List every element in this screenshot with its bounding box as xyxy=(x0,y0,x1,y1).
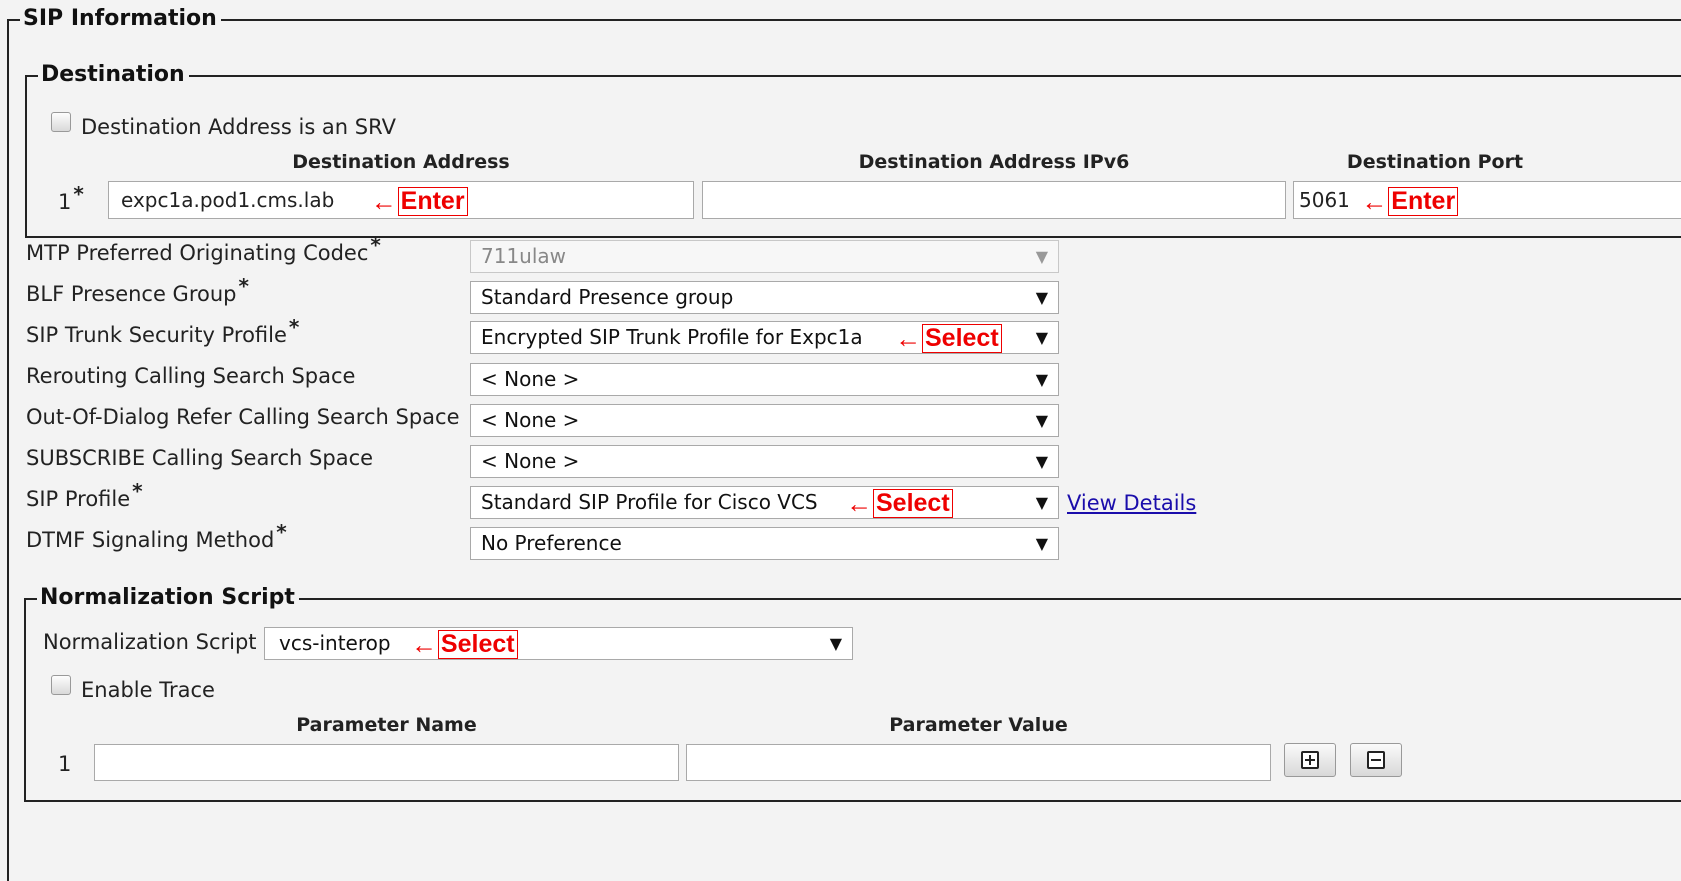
parameter-value-input[interactable] xyxy=(686,744,1271,781)
plus-icon xyxy=(1301,751,1319,769)
rerouting-css-select[interactable]: < None > ▼ xyxy=(470,363,1059,396)
annotation-label: Select xyxy=(921,324,1002,354)
destination-port-input[interactable]: 5061 ← Enter xyxy=(1293,181,1681,219)
dtmf-signaling-method-select[interactable]: No Preference ▼ xyxy=(470,527,1059,560)
destination-address-header: Destination Address xyxy=(292,151,510,173)
destination-address-value: expc1a.pod1.cms.lab xyxy=(121,188,335,212)
sip-information-legend: SIP Information xyxy=(20,7,221,31)
sip-profile-select[interactable]: Standard SIP Profile for Cisco VCS ← Sele… xyxy=(470,486,1059,519)
sip-profile-label: SIP Profile * xyxy=(26,479,143,511)
normalization-script-select[interactable]: vcs-interop ← Select ▼ xyxy=(264,627,853,660)
mtp-codec-select[interactable]: 711ulaw ▼ xyxy=(470,240,1059,273)
parameter-name-header: Parameter Name xyxy=(296,714,477,736)
select-annotation: ← Select xyxy=(846,488,953,519)
field-label-text: SIP Profile xyxy=(26,487,131,511)
select-value: 711ulaw xyxy=(481,244,567,268)
required-asterisk: * xyxy=(238,274,249,298)
parameter-name-input[interactable] xyxy=(94,744,679,781)
blf-presence-group-label: BLF Presence Group * xyxy=(26,274,249,306)
subscribe-css-select[interactable]: < None > ▼ xyxy=(470,445,1059,478)
destination-row-index: 1 * xyxy=(58,182,84,214)
field-label-text: DTMF Signaling Method xyxy=(26,528,275,552)
select-value: vcs-interop xyxy=(279,631,391,655)
enable-trace-checkbox[interactable] xyxy=(51,675,71,695)
enable-trace-label: Enable Trace xyxy=(81,678,215,702)
normalization-script-label: Normalization Script xyxy=(43,630,257,654)
rerouting-css-label: Rerouting Calling Search Space xyxy=(26,364,355,388)
annotation-label: Select xyxy=(437,630,518,660)
field-label-text: Rerouting Calling Search Space xyxy=(26,364,356,388)
remove-parameter-button[interactable] xyxy=(1350,743,1402,777)
minus-icon xyxy=(1367,751,1385,769)
red-arrow-icon: ← xyxy=(410,629,437,660)
destination-address-ipv6-input[interactable] xyxy=(702,181,1286,219)
blf-presence-group-select[interactable]: Standard Presence group ▼ xyxy=(470,281,1059,314)
select-value: Standard SIP Profile for Cisco VCS xyxy=(481,490,818,514)
chevron-down-icon: ▼ xyxy=(1035,534,1048,553)
select-value: No Preference xyxy=(481,531,622,555)
destination-legend: Destination xyxy=(38,63,189,87)
destination-port-header: Destination Port xyxy=(1346,151,1524,173)
select-value: < None > xyxy=(481,367,580,391)
field-label-text: Out-Of-Dialog Refer Calling Search Space xyxy=(26,405,460,429)
chevron-down-icon: ▼ xyxy=(1035,411,1048,430)
enter-annotation: ← Enter xyxy=(1361,183,1459,218)
required-asterisk: * xyxy=(132,479,143,503)
required-asterisk: * xyxy=(370,233,381,257)
select-annotation: ← Select xyxy=(411,629,518,660)
select-value: < None > xyxy=(481,408,580,432)
red-arrow-icon: ← xyxy=(894,323,921,354)
destination-address-ipv6-header: Destination Address IPv6 xyxy=(858,151,1130,173)
annotation-label: Enter xyxy=(1388,187,1459,217)
enter-annotation: ← Enter xyxy=(370,183,468,218)
field-label-text: BLF Presence Group xyxy=(26,282,237,306)
required-asterisk: * xyxy=(288,315,300,339)
annotation-label: Select xyxy=(873,489,953,519)
destination-port-value: 5061 xyxy=(1299,188,1350,212)
out-of-dialog-refer-css-label: Out-Of-Dialog Refer Calling Search Space xyxy=(26,405,460,429)
chevron-down-icon: ▼ xyxy=(1035,452,1048,471)
field-label-text: SIP Trunk Security Profile xyxy=(26,323,287,347)
required-asterisk: * xyxy=(276,520,287,544)
annotation-label: Enter xyxy=(397,187,468,217)
chevron-down-icon: ▼ xyxy=(1035,288,1048,307)
field-label-text: MTP Preferred Originating Codec xyxy=(26,241,369,265)
field-label-text: SUBSCRIBE Calling Search Space xyxy=(26,446,374,470)
row-number: 1 xyxy=(58,190,72,214)
select-value: < None > xyxy=(481,449,580,473)
mtp-codec-label: MTP Preferred Originating Codec * xyxy=(26,233,381,265)
sip-trunk-security-profile-label: SIP Trunk Security Profile * xyxy=(26,315,299,347)
select-value: Standard Presence group xyxy=(481,285,734,309)
chevron-down-icon: ▼ xyxy=(1035,493,1048,512)
normalization-script-legend: Normalization Script xyxy=(37,586,299,610)
srv-checkbox-label: Destination Address is an SRV xyxy=(81,115,396,139)
select-value: Encrypted SIP Trunk Profile for Expc1a xyxy=(481,325,863,349)
red-arrow-icon: ← xyxy=(1361,186,1388,217)
chevron-down-icon: ▼ xyxy=(1035,247,1048,266)
srv-checkbox[interactable] xyxy=(51,112,71,132)
chevron-down-icon: ▼ xyxy=(829,634,842,653)
red-arrow-icon: ← xyxy=(846,488,872,519)
parameter-value-header: Parameter Value xyxy=(889,714,1068,736)
subscribe-css-label: SUBSCRIBE Calling Search Space xyxy=(26,446,373,470)
chevron-down-icon: ▼ xyxy=(1035,328,1048,347)
sip-trunk-security-profile-select[interactable]: Encrypted SIP Trunk Profile for Expc1a ←… xyxy=(470,321,1059,354)
red-arrow-icon: ← xyxy=(370,186,397,217)
parameter-row-index: 1 xyxy=(58,752,72,776)
out-of-dialog-refer-css-select[interactable]: < None > ▼ xyxy=(470,404,1059,437)
add-parameter-button[interactable] xyxy=(1284,743,1336,777)
required-asterisk: * xyxy=(73,182,84,206)
select-annotation: ← Select xyxy=(895,323,1002,354)
view-details-link[interactable]: View Details xyxy=(1067,491,1196,515)
destination-address-input[interactable]: expc1a.pod1.cms.lab ← Enter xyxy=(108,181,694,219)
chevron-down-icon: ▼ xyxy=(1035,370,1048,389)
dtmf-signaling-method-label: DTMF Signaling Method * xyxy=(26,520,287,552)
